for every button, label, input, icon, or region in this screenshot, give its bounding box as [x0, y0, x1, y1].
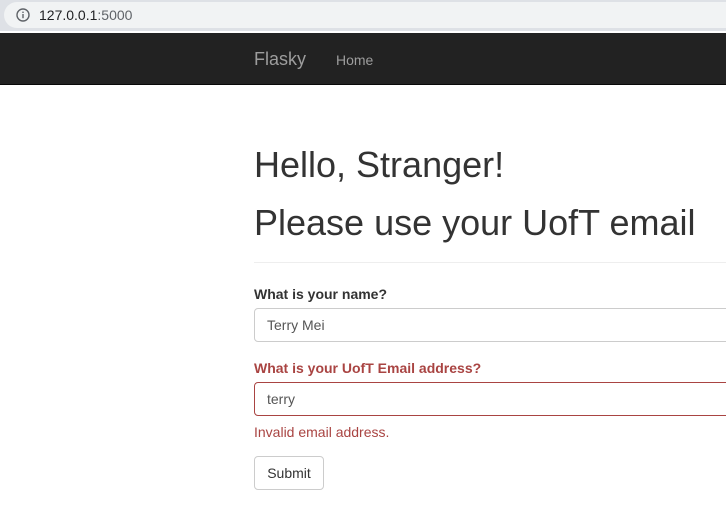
name-input[interactable] [254, 308, 726, 342]
email-input[interactable] [254, 382, 726, 416]
page-subtitle: Please use your UofT email [254, 202, 696, 243]
email-error-message: Invalid email address. [254, 424, 390, 440]
page-title: Hello, Stranger! [254, 144, 505, 185]
url-field[interactable]: 127.0.0.1:5000 [4, 2, 726, 28]
nav-link-home[interactable]: Home [336, 51, 373, 69]
navbar-brand[interactable]: Flasky [254, 48, 306, 70]
info-icon[interactable] [16, 8, 30, 22]
url-text: 127.0.0.1:5000 [39, 7, 132, 23]
header-divider [254, 262, 726, 263]
url-host: 127.0.0.1 [39, 7, 98, 23]
browser-address-bar: 127.0.0.1:5000 [0, 0, 726, 31]
navbar: Flasky Home [0, 33, 726, 85]
submit-button[interactable]: Submit [254, 456, 324, 490]
email-label: What is your UofT Email address? [254, 360, 482, 376]
name-label: What is your name? [254, 286, 388, 302]
url-port: :5000 [97, 7, 133, 23]
